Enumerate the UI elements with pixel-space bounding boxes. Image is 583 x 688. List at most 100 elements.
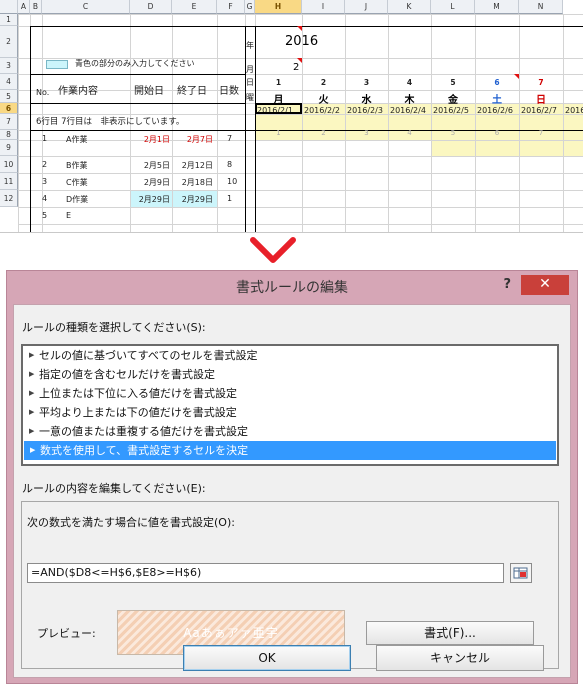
ok-button[interactable]: OK — [183, 645, 351, 671]
task-name[interactable]: D作業 — [66, 194, 88, 205]
column-header-n[interactable]: N — [519, 0, 563, 14]
column-header-m[interactable]: M — [475, 0, 519, 14]
triangle-right-icon: ▶ — [29, 408, 35, 416]
row-header-1[interactable]: 1 — [0, 14, 18, 26]
row7-day-number: 1 — [276, 129, 281, 137]
column-header-h[interactable]: H — [255, 0, 302, 14]
rule-type-list[interactable]: ▶ セルの値に基づいてすべてのセルを書式設定 ▶ 指定の値を含むセルだけを書式設定 … — [21, 344, 559, 466]
rule-type-item[interactable]: ▶ 上位または下位に入る値だけを書式設定 — [23, 384, 557, 403]
row-header-9[interactable]: 9 — [0, 140, 18, 156]
task-no: 1 — [42, 134, 48, 143]
task-end-date[interactable]: 2月29日 — [172, 194, 213, 205]
calendar-day-number: 4 — [406, 78, 413, 87]
rule-type-item[interactable]: ▶ 指定の値を含むセルだけを書式設定 — [23, 365, 557, 384]
month-value: 2 — [293, 62, 300, 73]
task-days: 7 — [227, 134, 233, 143]
rule-type-item[interactable]: ▶ 平均より上または下の値だけを書式設定 — [23, 403, 557, 422]
task-days: 1 — [227, 194, 233, 203]
calendar-day-number: 1 — [275, 78, 282, 87]
calendar-day-number: 7 — [538, 78, 544, 87]
formula-input[interactable]: =AND($D8<=H$6,$E8>=H$6) — [27, 563, 504, 583]
header-end: 終了日 — [177, 86, 207, 97]
table-border — [30, 103, 245, 104]
row-header-10[interactable]: 10 — [0, 156, 18, 173]
task-name[interactable]: C作業 — [66, 177, 88, 188]
comment-marker — [297, 58, 302, 63]
select-all-corner[interactable] — [0, 0, 18, 14]
row-header-5[interactable]: 5 — [0, 90, 18, 103]
chevron-down-icon — [250, 237, 296, 263]
row7-day-number: 7 — [538, 129, 544, 137]
table-border — [30, 74, 245, 75]
task-name[interactable]: E — [66, 211, 71, 220]
row-header-8[interactable]: 8 — [0, 130, 18, 140]
row-gridline — [18, 14, 583, 15]
column-header-j[interactable]: J — [345, 0, 388, 14]
table-border — [245, 26, 246, 232]
calendar-date: 2016/2/4 — [390, 106, 426, 115]
column-header-e[interactable]: E — [172, 0, 217, 14]
row7-day-number: 6 — [494, 129, 500, 137]
gantt-bar-row9 — [431, 140, 583, 156]
cancel-button[interactable]: キャンセル — [376, 645, 544, 671]
triangle-right-icon: ▶ — [30, 446, 36, 454]
calendar-day-number: 3 — [363, 78, 370, 87]
calendar-weekday: 火 — [318, 95, 329, 106]
rule-type-item-selected[interactable]: ▶ 数式を使用して、書式設定するセルを決定 — [24, 441, 556, 460]
row-header-3[interactable]: 3 — [0, 58, 18, 74]
calendar-weekday: 水 — [361, 95, 372, 106]
row-header-12[interactable]: 12 — [0, 190, 18, 207]
edit-rule-label: ルールの内容を編集してください(E): — [22, 482, 206, 495]
col-gridline — [475, 14, 476, 232]
hidden-rows-note: 6行目 7行目は 非表示にしています。 — [36, 117, 185, 127]
active-cell-h6[interactable] — [255, 103, 302, 114]
task-name[interactable]: B作業 — [66, 160, 88, 171]
task-start-date[interactable]: 2月9日 — [130, 177, 170, 188]
col-gridline — [345, 14, 346, 232]
close-button[interactable]: ✕ — [521, 275, 569, 295]
column-header-i[interactable]: I — [302, 0, 345, 14]
task-end-date[interactable]: 2月12日 — [172, 160, 213, 171]
task-end-date[interactable]: 2月18日 — [172, 177, 213, 188]
column-header-k[interactable]: K — [388, 0, 431, 14]
format-button[interactable]: 書式(F)... — [366, 621, 534, 645]
task-start-date[interactable]: 2月5日 — [130, 160, 170, 171]
range-select-button[interactable] — [510, 563, 532, 583]
row-header-4[interactable]: 4 — [0, 74, 18, 90]
weekday-label: 曜 — [246, 93, 254, 102]
calendar-weekday: 木 — [404, 95, 415, 106]
rule-type-item[interactable]: ▶ 一意の値または重複する値だけを書式設定 — [23, 422, 557, 441]
row-gridline — [18, 190, 583, 191]
calendar-date: 2016/2/5 — [433, 106, 469, 115]
row-gridline — [18, 173, 583, 174]
help-button[interactable]: ? — [503, 277, 511, 292]
calendar-date: 2016/2 — [565, 106, 583, 115]
header-start: 開始日 — [134, 86, 164, 97]
rule-type-item[interactable]: ▶ セルの値に基づいてすべてのセルを書式設定 — [23, 346, 557, 365]
spreadsheet: A B C D E F G H I J K L M N 1 2 3 4 5 6 7 8 9 10 11 12 青色の部分のみ入力して… — [0, 0, 583, 233]
row-header-11[interactable]: 11 — [0, 173, 18, 190]
legend-cyan-swatch — [46, 60, 68, 69]
triangle-right-icon: ▶ — [29, 389, 35, 397]
task-start-date[interactable]: 2月29日 — [130, 194, 170, 205]
column-header-a[interactable]: A — [18, 0, 30, 14]
calendar-weekday: 土 — [492, 95, 502, 106]
row-header-7[interactable]: 7 — [0, 114, 18, 130]
column-header-d[interactable]: D — [130, 0, 172, 14]
header-no: No. — [36, 88, 50, 97]
task-end-date[interactable]: 2月7日 — [172, 134, 213, 145]
column-header-l[interactable]: L — [431, 0, 475, 14]
column-header-g[interactable]: G — [245, 0, 255, 14]
calendar-date: 2016/2/6 — [477, 106, 513, 115]
row7-day-number: 3 — [364, 129, 369, 137]
table-border — [30, 26, 583, 27]
row-header-2[interactable]: 2 — [0, 26, 18, 58]
column-header-c[interactable]: C — [42, 0, 130, 14]
column-header-f[interactable]: F — [217, 0, 245, 14]
task-start-date[interactable]: 2月1日 — [130, 134, 170, 145]
column-header-b[interactable]: B — [30, 0, 42, 14]
col-gridline — [563, 14, 564, 232]
col-gridline — [388, 14, 389, 232]
task-name[interactable]: A作業 — [66, 134, 87, 145]
row-header-6[interactable]: 6 — [0, 103, 18, 114]
